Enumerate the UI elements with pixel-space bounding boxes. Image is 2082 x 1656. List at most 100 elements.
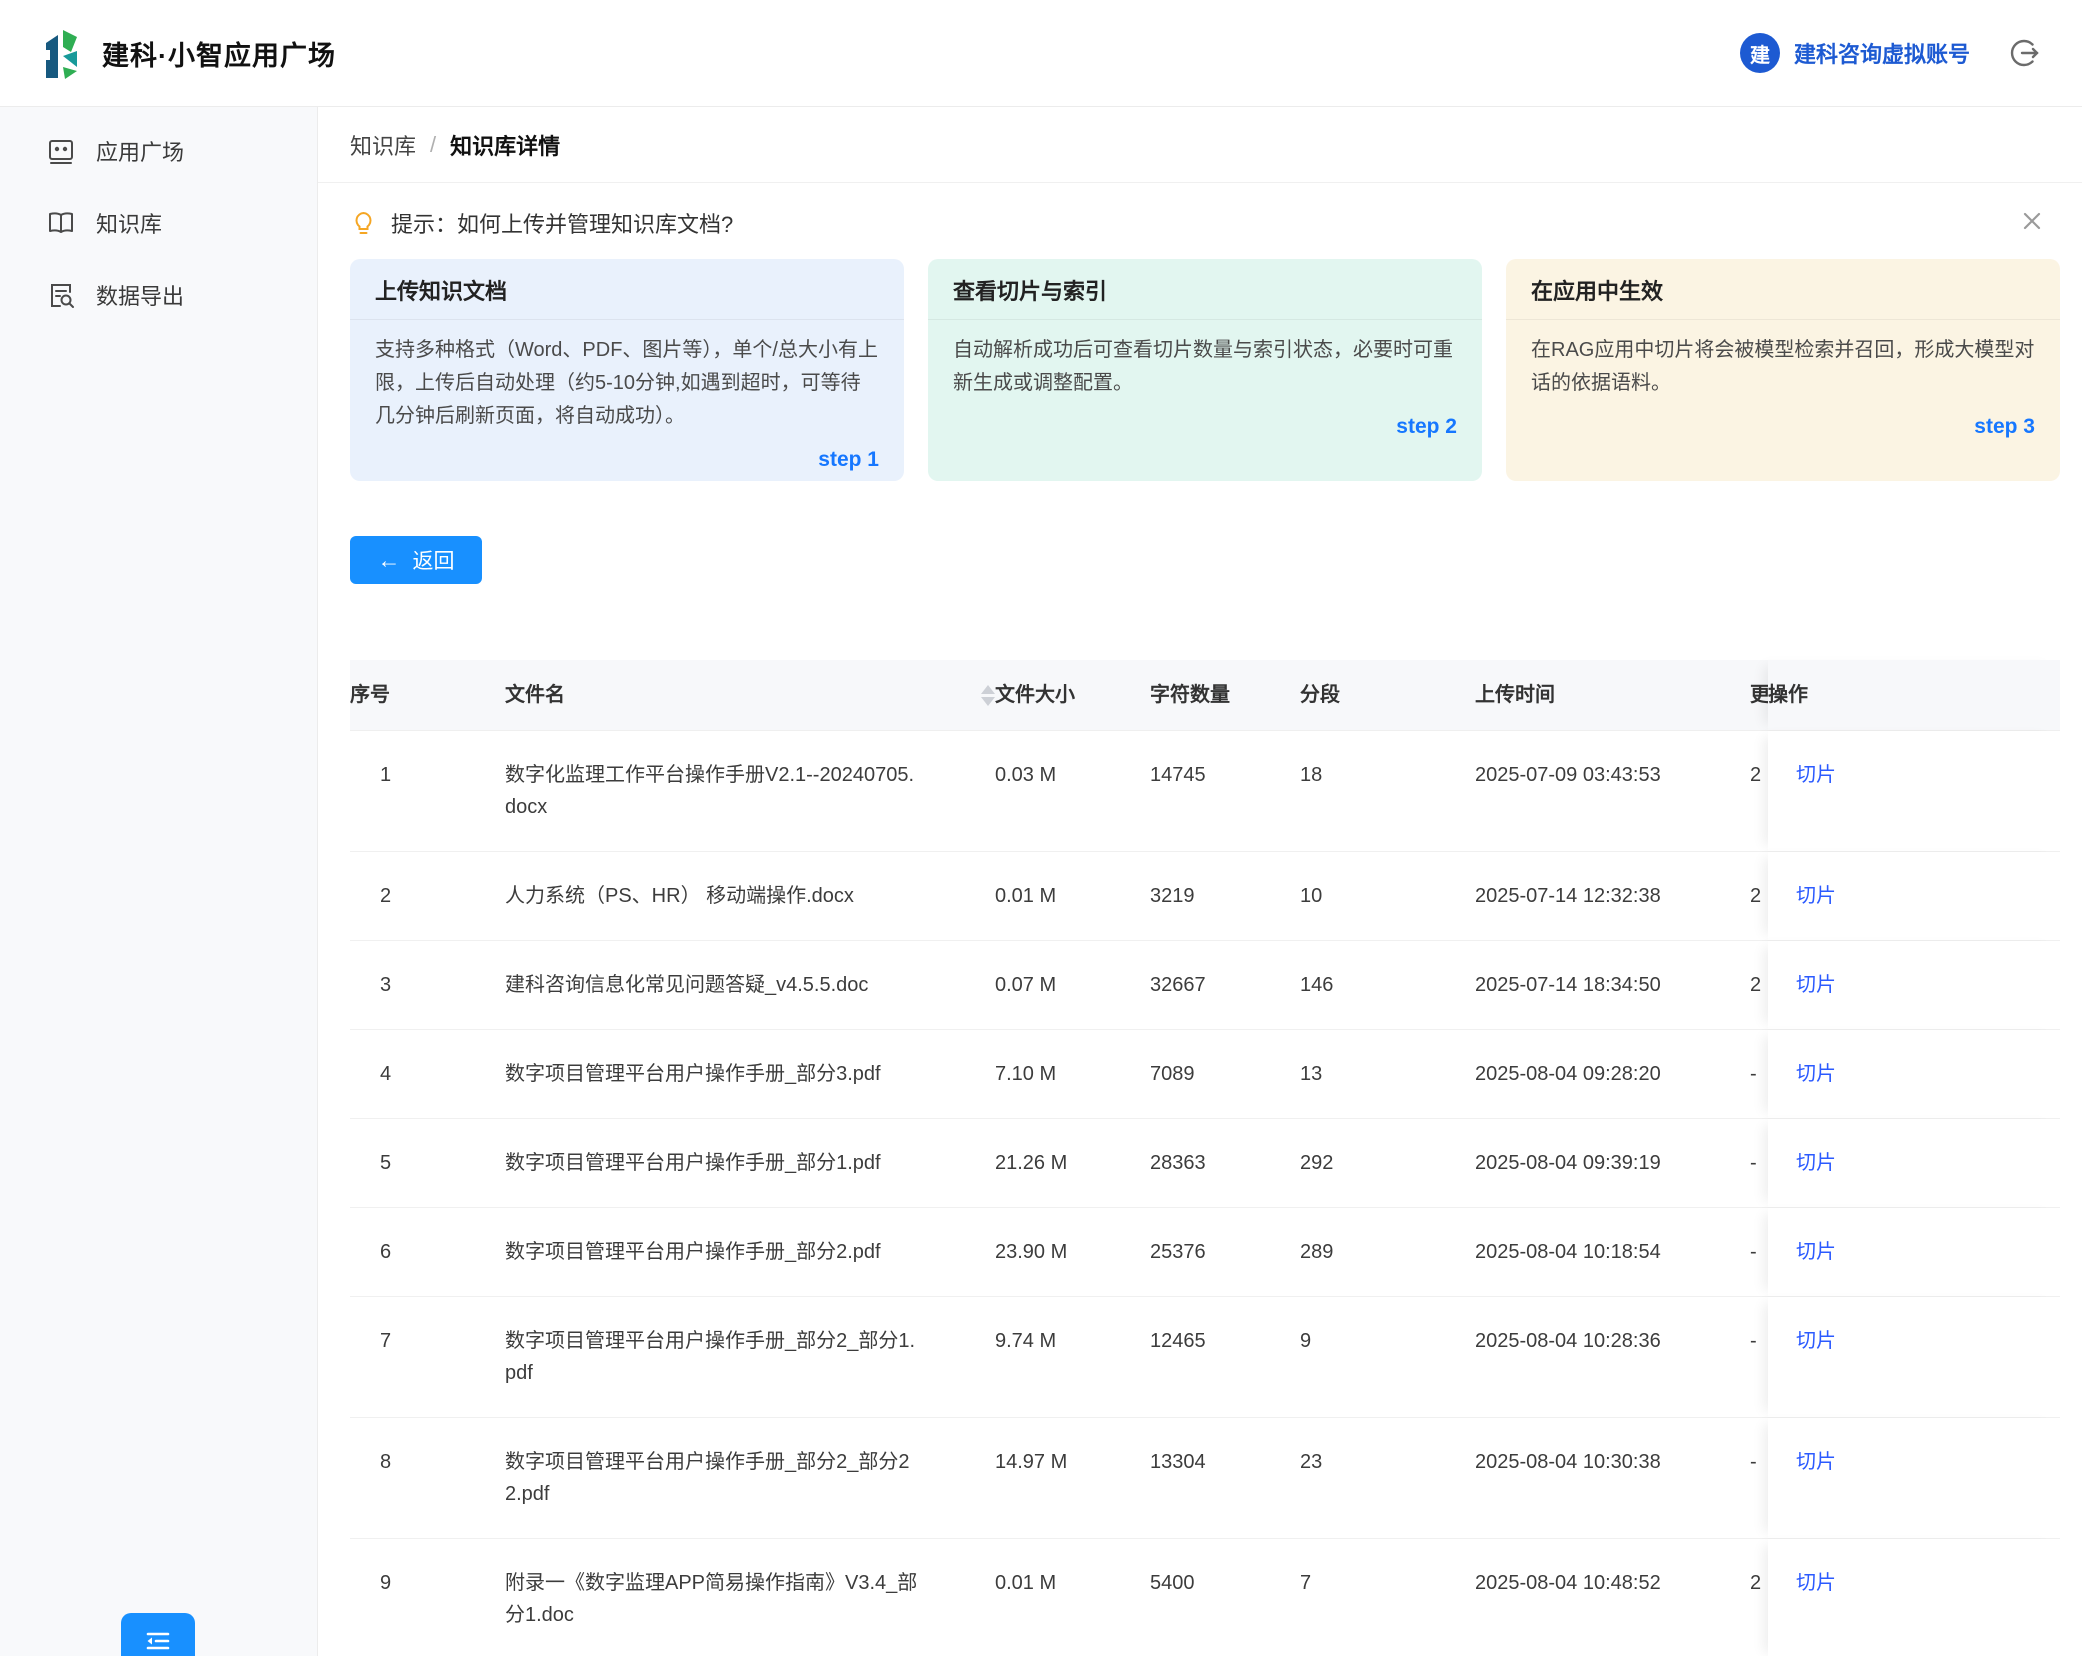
back-button[interactable]: ← 返回 (350, 536, 482, 584)
breadcrumb-parent[interactable]: 知识库 (350, 129, 416, 161)
back-button-label: 返回 (413, 545, 455, 575)
menu-fold-icon (143, 1626, 173, 1656)
breadcrumb-separator: / (430, 132, 436, 158)
cell-filename: 建科咨询信息化常见问题答疑_v4.5.5.doc (505, 941, 995, 1029)
table-row: 1数字化监理工作平台操作手册V2.1--20240705.docx0.03 M1… (350, 731, 2060, 852)
cell-charcount: 3219 (1150, 852, 1300, 940)
cell-actions: 切片 (1768, 731, 2060, 851)
cell-filesize: 0.07 M (995, 941, 1150, 1029)
cell-charcount: 13304 (1150, 1418, 1300, 1538)
user-area: 建 建科咨询虚拟账号 (1740, 33, 2040, 73)
app-logo-icon (40, 26, 86, 80)
close-icon[interactable] (2018, 207, 2046, 235)
cell-filesize: 0.01 M (995, 852, 1150, 940)
tip-banner: 提示：如何上传并管理知识库文档? (350, 207, 2060, 239)
cell-actions: 切片 (1768, 1539, 2060, 1656)
slice-link[interactable]: 切片 (1796, 885, 1836, 907)
cell-filename: 数字项目管理平台用户操作手册_部分3.pdf (505, 1030, 995, 1118)
cell-filename: 人力系统（PS、HR） 移动端操作.docx (505, 852, 995, 940)
slice-link[interactable]: 切片 (1796, 1063, 1836, 1085)
slice-link[interactable]: 切片 (1796, 1241, 1836, 1263)
cell-segments: 9 (1300, 1297, 1475, 1417)
cell-index: 5 (350, 1119, 505, 1207)
cell-filesize: 9.74 M (995, 1297, 1150, 1417)
breadcrumb: 知识库 / 知识库详情 (318, 107, 2082, 183)
cell-segments: 289 (1300, 1208, 1475, 1296)
cell-filename: 数字项目管理平台用户操作手册_部分2_部分22.pdf (505, 1418, 995, 1538)
header-charcount: 字符数量 (1150, 660, 1300, 730)
slice-link[interactable]: 切片 (1796, 764, 1836, 786)
header-actions: 操作 (1768, 660, 2060, 730)
table-row: 5数字项目管理平台用户操作手册_部分1.pdf21.26 M2836329220… (350, 1119, 2060, 1208)
cell-filename: 附录一《数字监理APP简易操作指南》V3.4_部分1.doc (505, 1539, 995, 1656)
username[interactable]: 建科咨询虚拟账号 (1794, 37, 1970, 69)
cell-charcount: 32667 (1150, 941, 1300, 1029)
step-cards: 上传知识文档 支持多种格式（Word、PDF、图片等），单个/总大小有上限，上传… (350, 259, 2060, 481)
main-content: 知识库 / 知识库详情 提示：如何上传并管理知识库文档? 上传知识文档 支持多种… (318, 107, 2082, 1656)
step-badge: step 1 (375, 443, 879, 476)
sidebar-collapse-button[interactable] (121, 1613, 195, 1656)
card-title: 查看切片与索引 (928, 259, 1482, 320)
book-icon (46, 208, 76, 238)
cell-actions: 切片 (1768, 1119, 2060, 1207)
slice-link[interactable]: 切片 (1796, 1330, 1836, 1352)
sidebar-item-label: 数据导出 (96, 279, 184, 311)
cell-actions: 切片 (1768, 1208, 2060, 1296)
cell-filesize: 0.01 M (995, 1539, 1150, 1656)
arrow-left-icon: ← (378, 549, 401, 572)
cell-actions: 切片 (1768, 941, 2060, 1029)
card-body-text: 自动解析成功后可查看切片数量与索引状态，必要时可重新生成或调整配置。 (953, 334, 1457, 400)
lightbulb-icon (350, 210, 377, 237)
cell-segments: 146 (1300, 941, 1475, 1029)
header-filename-label: 文件名 (505, 679, 565, 711)
card-title: 上传知识文档 (350, 259, 904, 320)
cell-index: 9 (350, 1539, 505, 1656)
sidebar-item-data-export[interactable]: 数据导出 (0, 259, 317, 331)
cell-index: 7 (350, 1297, 505, 1417)
breadcrumb-current: 知识库详情 (450, 129, 560, 161)
cell-index: 3 (350, 941, 505, 1029)
header-uploaded: 上传时间 (1475, 660, 1750, 730)
cell-filesize: 7.10 M (995, 1030, 1150, 1118)
cell-index: 6 (350, 1208, 505, 1296)
sidebar-item-knowledge-base[interactable]: 知识库 (0, 187, 317, 259)
cell-charcount: 25376 (1150, 1208, 1300, 1296)
header-segments: 分段 (1300, 660, 1475, 730)
header-filesize: 文件大小 (995, 660, 1150, 730)
slice-link[interactable]: 切片 (1796, 1572, 1836, 1594)
cell-filesize: 0.03 M (995, 731, 1150, 851)
slice-link[interactable]: 切片 (1796, 1152, 1836, 1174)
cell-filename: 数字项目管理平台用户操作手册_部分2_部分1.pdf (505, 1297, 995, 1417)
header-filename: 文件名 (505, 660, 995, 730)
sidebar-item-app-plaza[interactable]: 应用广场 (0, 115, 317, 187)
card-body-text: 在RAG应用中切片将会被模型检索并召回，形成大模型对话的依据语料。 (1531, 334, 2035, 400)
sort-icon[interactable] (981, 685, 995, 706)
cell-uploaded: 2025-08-04 10:30:38 (1475, 1418, 1750, 1538)
doc-search-icon (46, 280, 76, 310)
cell-charcount: 12465 (1150, 1297, 1300, 1417)
cell-charcount: 14745 (1150, 731, 1300, 851)
table-row: 8数字项目管理平台用户操作手册_部分2_部分22.pdf14.97 M13304… (350, 1418, 2060, 1539)
sidebar: 应用广场 知识库 数据导出 (0, 107, 318, 1656)
slice-link[interactable]: 切片 (1796, 974, 1836, 996)
logout-icon[interactable] (2008, 37, 2040, 69)
cell-charcount: 5400 (1150, 1539, 1300, 1656)
cell-actions: 切片 (1768, 1418, 2060, 1538)
table-row: 4数字项目管理平台用户操作手册_部分3.pdf7.10 M7089132025-… (350, 1030, 2060, 1119)
table-header-row: 序号 文件名 文件大小 字符数量 分段 上传时间 更 操作 (350, 660, 2060, 731)
card-title: 在应用中生效 (1506, 259, 2060, 320)
step-badge: step 3 (1531, 410, 2035, 443)
step-card-slices: 查看切片与索引 自动解析成功后可查看切片数量与索引状态，必要时可重新生成或调整配… (928, 259, 1482, 481)
cell-uploaded: 2025-07-09 03:43:53 (1475, 731, 1750, 851)
cell-segments: 292 (1300, 1119, 1475, 1207)
cell-uploaded: 2025-07-14 12:32:38 (1475, 852, 1750, 940)
avatar[interactable]: 建 (1740, 33, 1780, 73)
cell-filename: 数字项目管理平台用户操作手册_部分1.pdf (505, 1119, 995, 1207)
slice-link[interactable]: 切片 (1796, 1451, 1836, 1473)
cell-segments: 23 (1300, 1418, 1475, 1538)
step-card-upload: 上传知识文档 支持多种格式（Word、PDF、图片等），单个/总大小有上限，上传… (350, 259, 904, 481)
cell-uploaded: 2025-08-04 10:18:54 (1475, 1208, 1750, 1296)
cell-segments: 13 (1300, 1030, 1475, 1118)
card-body-text: 支持多种格式（Word、PDF、图片等），单个/总大小有上限，上传后自动处理（约… (375, 334, 879, 433)
cell-segments: 18 (1300, 731, 1475, 851)
